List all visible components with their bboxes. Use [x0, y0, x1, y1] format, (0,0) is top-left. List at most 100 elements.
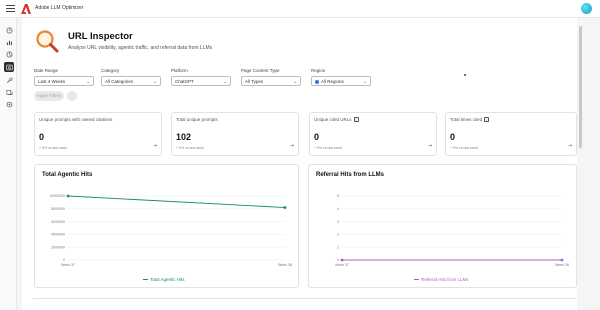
expand-arrow-icon[interactable]: ⇢ [290, 143, 294, 149]
info-icon[interactable]: i [484, 117, 490, 123]
category-filter: Category All Categories ⌄ [101, 68, 161, 86]
metric-card: Unique cited URLs i 0 + 0% vs last week ⇢ [309, 112, 437, 156]
category-label: Category [101, 68, 120, 73]
page-title: URL Inspector [68, 31, 133, 42]
chart-legend[interactable]: Referral Hits from LLMs [414, 277, 469, 282]
region-label: Region [311, 68, 326, 73]
card-label: Total times cited i [450, 117, 490, 123]
home-icon[interactable] [4, 25, 14, 35]
y-tick-label: 0 [337, 258, 339, 262]
card-label: Unique prompts with owned citations [39, 117, 113, 122]
expand-arrow-icon[interactable]: ⇢ [153, 143, 157, 149]
hamburger-menu-icon[interactable] [6, 4, 15, 13]
chevron-down-icon: ⌄ [86, 79, 90, 84]
metric-card: Unique prompts with owned citations 0 + … [34, 112, 162, 156]
y-tick-label: 8000000 [51, 207, 65, 211]
platform-filter: Platform ChatGPT ⌄ [171, 68, 231, 86]
y-tick-label: 10000000 [49, 194, 65, 198]
refresh-icon[interactable] [4, 87, 14, 97]
y-tick-label: 4000000 [51, 233, 65, 237]
card-change: + 0% vs last week [176, 146, 205, 150]
url-inspector-icon[interactable] [4, 62, 14, 72]
page-content-type-value: All Types [245, 79, 264, 84]
y-tick-label: 2 [337, 233, 339, 237]
y-tick-label: 3 [337, 220, 339, 224]
expand-arrow-icon[interactable]: ⇢ [568, 143, 572, 149]
chart-legend[interactable]: Total Agentic Hits [143, 277, 185, 282]
category-select[interactable]: All Categories ⌄ [101, 76, 161, 86]
chevron-down-icon: ⌄ [153, 79, 157, 84]
apply-filters-button[interactable]: Apply Filters [34, 91, 64, 101]
tools-icon[interactable] [4, 75, 14, 85]
data-point [560, 258, 564, 262]
region-filter: Region All Regions ⌄ [311, 68, 371, 86]
data-point [283, 206, 287, 209]
page-subtitle: Analyze URL visibility, agentic traffic,… [68, 45, 213, 51]
date-range-label: Date Range [34, 68, 59, 73]
date-range-filter: Date Range Last 4 Weeks ⌄ [34, 68, 94, 86]
info-icon[interactable]: i [353, 117, 359, 123]
magnifier-icon [36, 30, 59, 53]
card-label: Total unique prompts [176, 117, 218, 122]
settings-icon[interactable] [4, 99, 14, 109]
globe-icon [315, 79, 319, 84]
card-change: + 0% vs last week [314, 146, 343, 150]
target-icon[interactable] [4, 49, 14, 59]
legend-swatch [414, 279, 419, 281]
legend-label: Total Agentic Hits [150, 277, 185, 282]
x-tick-label: Week 37 [335, 263, 349, 267]
data-point [66, 194, 70, 198]
page-content-type-label: Page Content Type [241, 68, 280, 73]
date-range-select[interactable]: Last 4 Weeks ⌄ [34, 76, 94, 86]
top-bar: Adobe LLM Optimizer [0, 0, 600, 18]
cursor-dot [464, 74, 466, 76]
platform-value: ChatGPT [175, 79, 194, 84]
legend-swatch [143, 279, 148, 281]
card-label-text: Unique cited URLs [314, 117, 352, 122]
x-tick-label: Week 38 [555, 263, 569, 267]
expand-arrow-icon[interactable]: ⇢ [428, 143, 432, 149]
category-value: All Categories [105, 79, 134, 84]
section-divider [33, 298, 576, 299]
legend-label: Referral Hits from LLMs [421, 277, 469, 282]
chevron-down-icon: ⌄ [293, 79, 297, 84]
card-change: + 0% vs last week [450, 146, 479, 150]
y-tick-label: 5 [337, 194, 339, 198]
scrollbar[interactable] [579, 26, 582, 148]
referral-hits-chart: 5 4 3 2 1 0Week 37 Week 38 [335, 194, 569, 267]
agentic-hits-chart: 1000000080000006000000400000020000000Wee… [49, 194, 292, 267]
card-value: 0 [39, 132, 45, 142]
platform-select[interactable]: ChatGPT ⌄ [171, 76, 231, 86]
x-tick-label: Week 38 [278, 263, 292, 267]
agentic-hits-panel: Total Agentic Hits 10000000 8000000 600000… [34, 164, 299, 288]
user-avatar[interactable] [581, 3, 592, 14]
card-value: 102 [176, 132, 192, 142]
card-label: Unique cited URLs i [314, 117, 359, 123]
sidebar [0, 18, 17, 310]
date-range-value: Last 4 Weeks [38, 79, 66, 84]
chevron-down-icon: ⌄ [363, 79, 367, 84]
x-tick-label: Week 37 [61, 263, 75, 267]
bar-chart-icon[interactable] [4, 37, 14, 47]
adobe-logo [21, 4, 31, 14]
region-select[interactable]: All Regions ⌄ [311, 76, 371, 86]
region-value: All Regions [321, 79, 344, 84]
y-tick-label: 6000000 [51, 220, 65, 224]
page-content-type-select[interactable]: All Types ⌄ [241, 76, 301, 86]
platform-label: Platform [171, 68, 188, 73]
reset-filters-button[interactable] [67, 91, 77, 101]
metric-card: Total unique prompts 102 + 0% vs last we… [171, 112, 299, 156]
card-value: 0 [450, 132, 456, 142]
y-tick-label: 2000000 [51, 245, 65, 249]
referral-hits-panel: Referral Hits from LLMs 5 4 3 2 1 0 Week 37 Wee… [308, 164, 577, 288]
y-tick-label: 1 [337, 245, 339, 249]
card-label-text: Total times cited [450, 117, 483, 122]
metric-card: Total times cited i 0 + 0% vs last week ⇢ [445, 112, 577, 156]
app-title: Adobe LLM Optimizer [35, 5, 84, 11]
card-value: 0 [314, 132, 320, 142]
data-point [340, 258, 344, 262]
y-tick-label: 0 [63, 258, 65, 262]
series-line [67, 195, 286, 208]
page-content-type-filter: Page Content Type All Types ⌄ [241, 68, 301, 86]
y-tick-label: 4 [337, 207, 339, 211]
